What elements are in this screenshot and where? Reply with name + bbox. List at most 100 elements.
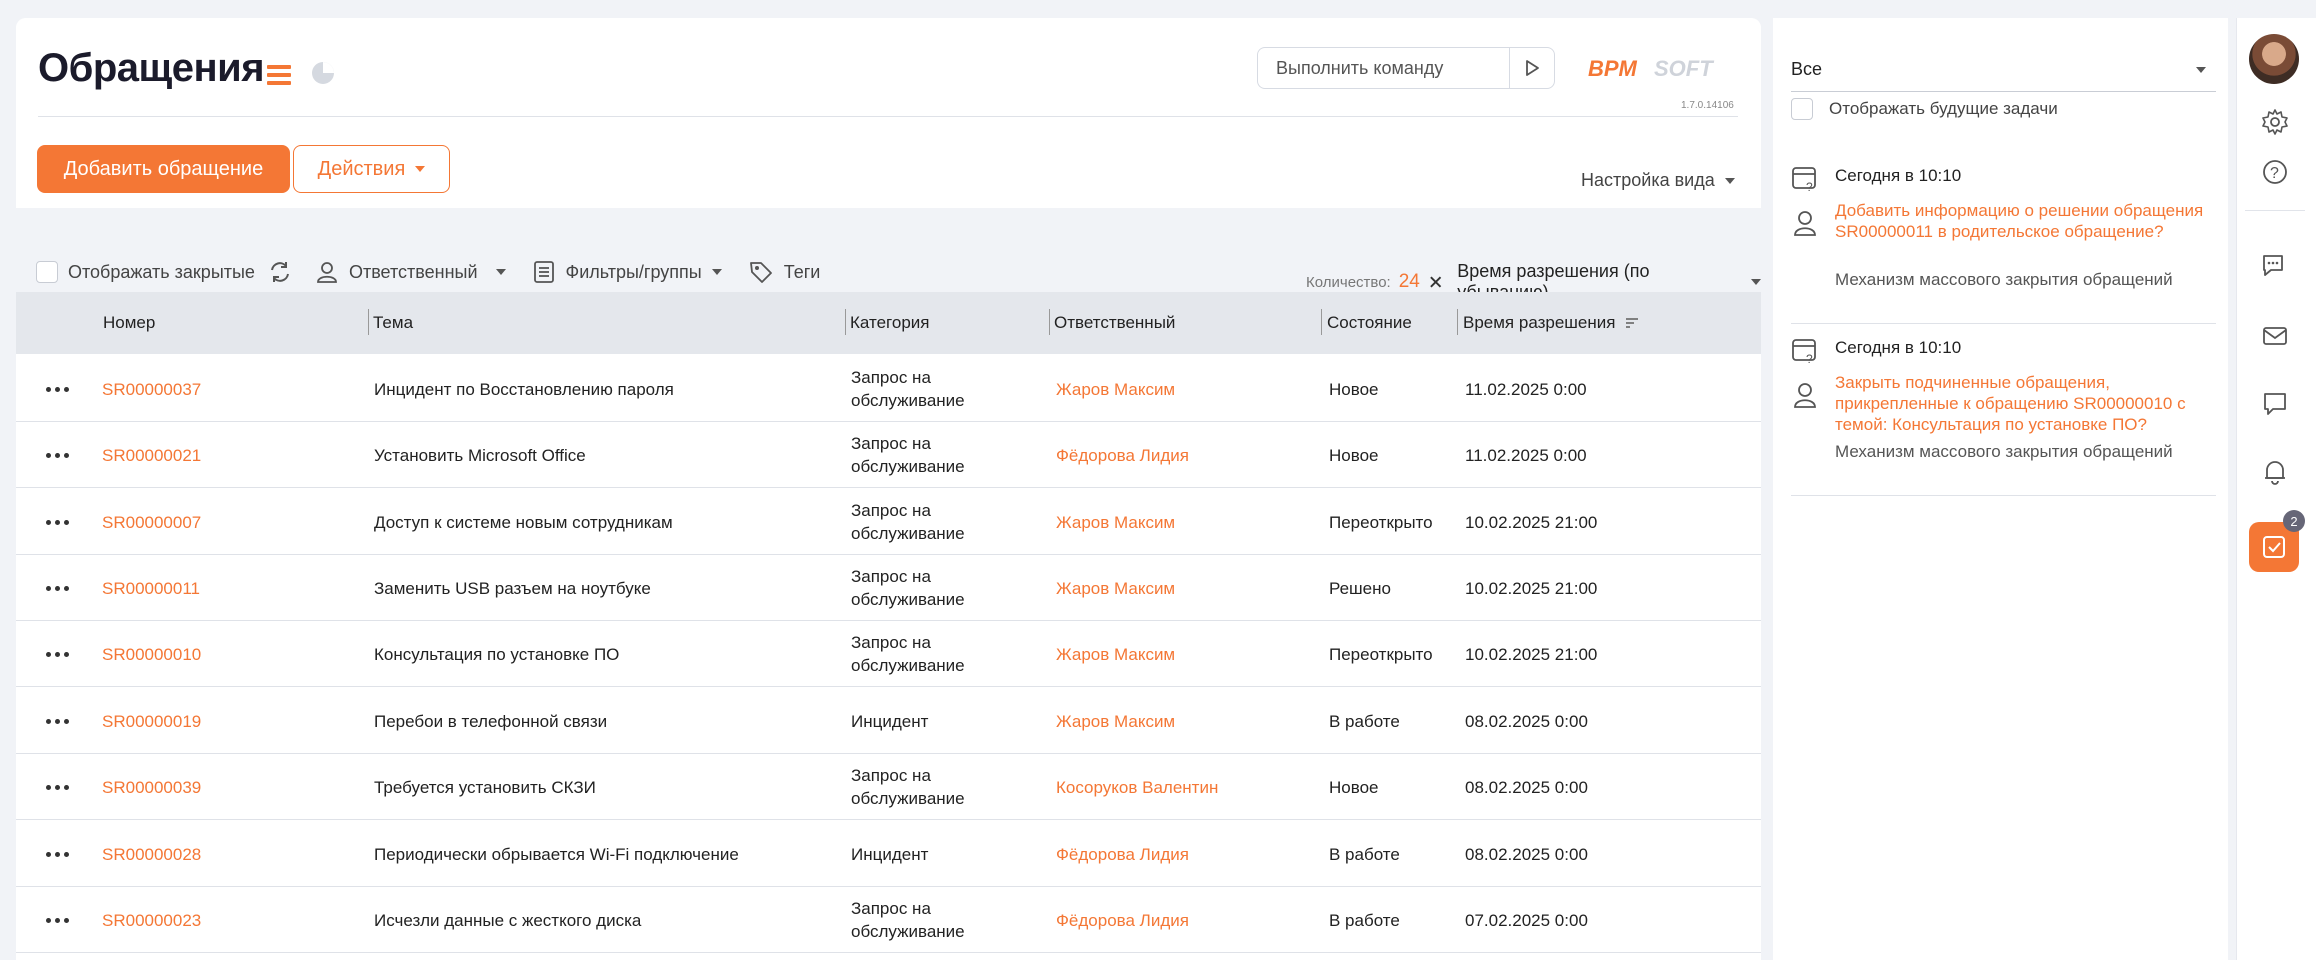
case-subject: Доступ к системе новым сотрудникам [374,512,673,532]
case-owner-link[interactable]: Жаров Максим [1056,555,1175,621]
email-button[interactable] [2257,318,2293,354]
table-row[interactable]: SR00000011 Заменить USB разъем на ноутбу… [16,555,1761,621]
actions-button[interactable]: Действия [293,145,450,193]
task-filter-select[interactable]: Все [1791,48,2216,92]
chevron-down-icon [711,269,722,275]
table-row[interactable]: SR00000019 Перебои в телефонной связи Ин… [16,688,1761,754]
row-menu-icon[interactable] [46,887,69,953]
case-category: Запрос на обслуживание [851,899,965,941]
chat-button[interactable] [2257,248,2293,284]
feed-button[interactable] [2257,386,2293,422]
case-number-link[interactable]: SR00000037 [102,356,201,422]
case-number-link[interactable]: SR00000010 [102,621,201,687]
chevron-down-icon [415,166,426,172]
case-owner-link[interactable]: Фёдорова Лидия [1056,887,1189,953]
column-header-status[interactable]: Состояние [1327,292,1412,354]
help-button[interactable]: ? [2257,154,2293,190]
case-resolution-time: 10.02.2025 21:00 [1465,644,1598,664]
rail-divider [2245,210,2305,211]
view-settings-label: Настройка вида [1581,170,1715,190]
show-closed-label: Отображать закрытые [68,261,255,282]
chevron-down-icon[interactable] [1751,279,1761,285]
add-case-button[interactable]: Добавить обращение [37,145,290,193]
case-status: Новое [1329,379,1379,399]
case-resolution-time: 08.02.2025 0:00 [1465,844,1588,864]
row-menu-icon[interactable] [46,821,69,887]
settings-button[interactable] [2257,104,2293,140]
case-number-link[interactable]: SR00000019 [102,688,201,754]
case-number-link[interactable]: SR00000039 [102,754,201,820]
case-owner-link[interactable]: Жаров Максим [1056,489,1175,555]
case-number-link[interactable]: SR00000023 [102,887,201,953]
analytics-view-icon[interactable] [308,58,338,88]
case-owner-link[interactable]: Косоруков Валентин [1056,754,1218,820]
table-row[interactable]: SR00000028 Периодически обрывается Wi-Fi… [16,821,1761,887]
svg-text:?: ? [2270,165,2279,182]
show-future-tasks-label: Отображать будущие задачи [1829,99,2058,118]
row-menu-icon[interactable] [46,754,69,820]
table-row[interactable]: SR00000021 Установить Microsoft Office З… [16,422,1761,488]
column-header-resolution-time[interactable]: Время разрешения [1463,292,1639,354]
filters-groups-button[interactable]: Фильтры/группы [532,260,722,284]
owner-filter[interactable]: Ответственный [315,260,506,284]
column-header-category[interactable]: Категория [850,292,929,354]
column-header-owner[interactable]: Ответственный [1054,292,1175,354]
row-menu-icon[interactable] [46,621,69,687]
notifications-button[interactable] [2257,454,2293,490]
run-command-button[interactable] [1509,47,1555,89]
row-menu-icon[interactable] [46,555,69,621]
table-row[interactable]: SR00000007 Доступ к системе новым сотруд… [16,489,1761,555]
mail-icon [2263,327,2287,345]
tag-icon [749,262,772,283]
task-card[interactable]: ? Сегодня в 10:10 Закрыть подчиненные об… [1791,330,2216,496]
user-avatar[interactable] [2249,34,2299,84]
table-row[interactable]: SR00000037 Инцидент по Восстановлению па… [16,356,1761,422]
case-number-link[interactable]: SR00000028 [102,821,201,887]
case-subject: Требуется установить СКЗИ [374,777,596,797]
case-number-link[interactable]: SR00000021 [102,422,201,488]
case-status: В работе [1329,711,1400,731]
case-owner-link[interactable]: Фёдорова Лидия [1056,422,1189,488]
count-label: Количество: [1306,273,1391,291]
case-subject: Установить Microsoft Office [374,445,586,465]
case-number-link[interactable]: SR00000007 [102,489,201,555]
column-header-subject[interactable]: Тема [373,292,413,354]
list-view-icon[interactable] [264,60,294,90]
case-owner-link[interactable]: Фёдорова Лидия [1056,821,1189,887]
row-menu-icon[interactable] [46,422,69,488]
case-category: Инцидент [851,844,929,864]
column-header-number[interactable]: Номер [103,292,155,354]
case-subject: Заменить USB разъем на ноутбуке [374,578,651,598]
svg-text:SOFT: SOFT [1654,56,1714,81]
task-title-link[interactable]: Добавить информацию о решении обращения … [1835,200,2205,242]
row-menu-icon[interactable] [46,688,69,754]
case-owner-link[interactable]: Жаров Максим [1056,688,1175,754]
row-menu-icon[interactable] [46,356,69,422]
table-row[interactable]: SR00000023 Исчезли данные с жесткого дис… [16,887,1761,953]
page-header: Обращения BPM SOFT 1.7.0.14106 Добавить … [16,18,1761,208]
case-subject: Периодически обрывается Wi-Fi подключени… [374,844,739,864]
view-settings-button[interactable]: Настройка вида [1581,170,1735,191]
row-menu-icon[interactable] [46,489,69,555]
command-input[interactable] [1257,47,1512,89]
show-future-tasks-checkbox[interactable] [1791,98,1813,120]
case-status: Решено [1329,578,1391,598]
case-owner-link[interactable]: Жаров Максим [1056,621,1175,687]
table-row[interactable]: SR00000039 Требуется установить СКЗИ Зап… [16,754,1761,820]
show-closed-toggle[interactable]: Отображать закрытые [36,261,255,283]
tags-button[interactable]: Теги [748,259,820,285]
table-row[interactable]: SR00000010 Консультация по установке ПО … [16,621,1761,687]
case-status: Новое [1329,445,1379,465]
show-closed-checkbox[interactable] [36,261,58,283]
show-future-tasks-toggle[interactable]: Отображать будущие задачи [1791,98,2058,120]
refresh-icon[interactable] [267,259,293,285]
tasks-panel: Все Отображать будущие задачи ? Сегодня … [1773,18,2228,960]
case-number-link[interactable]: SR00000011 [102,555,200,621]
case-owner-link[interactable]: Жаров Максим [1056,356,1175,422]
filters-groups-label: Фильтры/группы [565,261,702,282]
task-title-link[interactable]: Закрыть подчиненные обращения, прикрепле… [1835,372,2205,435]
task-source: Механизм массового закрытия обращений [1835,270,2173,289]
task-card[interactable]: ? Сегодня в 10:10 Добавить информацию о … [1791,158,2216,324]
case-subject: Консультация по установке ПО [374,644,620,664]
clear-sort-icon[interactable] [1428,274,1443,290]
